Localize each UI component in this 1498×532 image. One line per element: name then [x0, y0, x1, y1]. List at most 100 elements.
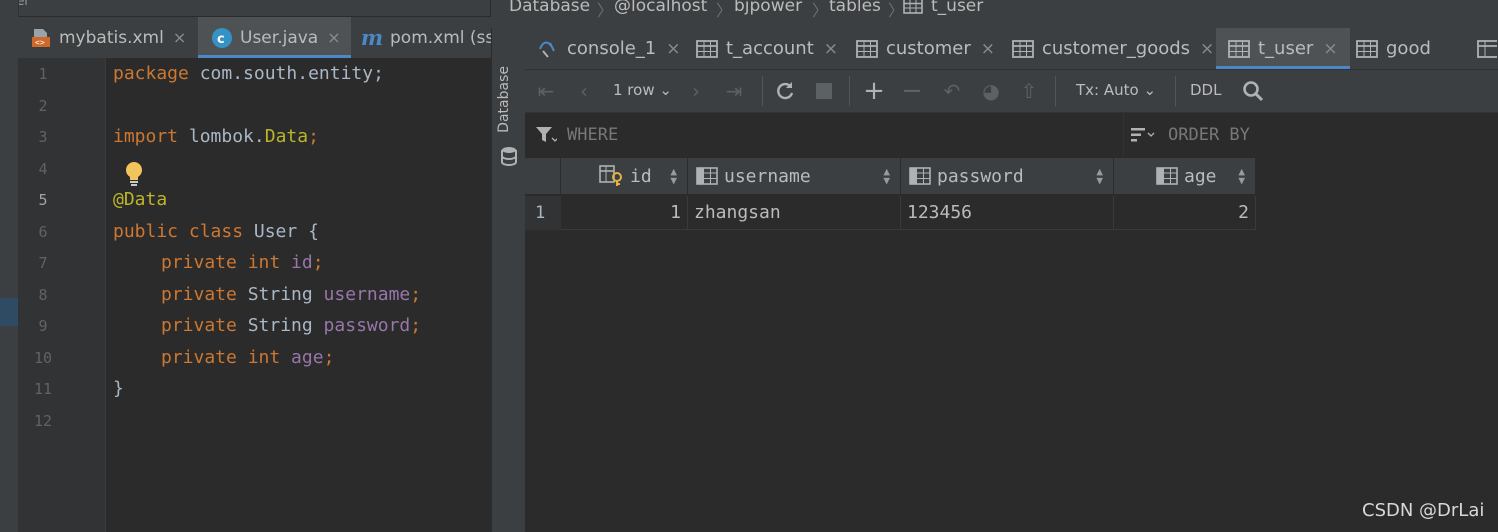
add-row-icon[interactable]: +	[863, 76, 885, 106]
breadcrumb-item[interactable]: bjpower	[734, 0, 802, 16]
first-page-icon[interactable]: ⇤	[535, 78, 557, 104]
close-icon[interactable]: ×	[1323, 39, 1337, 59]
line-number: 2	[38, 97, 48, 115]
breadcrumb-item[interactable]: @localhost	[614, 0, 707, 16]
primary-key-icon	[599, 165, 625, 187]
line-number: 9	[38, 317, 48, 335]
breadcrumb-item[interactable]: tables	[829, 0, 881, 16]
table-icon	[1012, 39, 1034, 58]
last-page-icon[interactable]: ⇥	[723, 78, 745, 104]
sort-arrows-icon[interactable]: ▲ ▼	[883, 166, 890, 186]
svg-text:c: c	[217, 32, 225, 47]
xml-file-icon: <>	[30, 27, 52, 49]
java-class-icon: c	[211, 27, 233, 49]
cell-age[interactable]: 2	[1114, 196, 1256, 230]
search-icon[interactable]	[1241, 78, 1265, 104]
submit-icon[interactable]: ⇧	[1018, 78, 1040, 104]
view-query-icon[interactable]: ◕	[980, 78, 1002, 104]
editor-tab-bar: <> mybatis.xml × c User.java × m pom.xml…	[18, 17, 494, 59]
table-icon	[1356, 39, 1378, 58]
table-icon	[1228, 39, 1250, 58]
column-icon	[909, 167, 931, 185]
tab-overflow[interactable]	[1477, 28, 1497, 69]
tab-label: pom.xml (ss	[390, 27, 495, 48]
line-number: 3	[38, 128, 48, 146]
database-tool-window-stripe[interactable]: Database	[491, 28, 525, 532]
close-icon[interactable]: ×	[327, 28, 340, 47]
cell-id[interactable]: 1	[561, 196, 688, 230]
sort-arrows-icon[interactable]: ▲ ▼	[1096, 166, 1103, 186]
breadcrumb-separator-icon: 〉	[888, 1, 905, 20]
tab-label: User.java	[240, 27, 319, 48]
chevron-down-icon: ⌄	[659, 81, 672, 99]
close-icon[interactable]: ×	[666, 39, 680, 59]
tab-label: mybatis.xml	[59, 27, 164, 48]
line-number: 12	[33, 412, 53, 430]
transaction-mode-dropdown[interactable]: Tx: Auto ⌄	[1076, 81, 1156, 99]
tab-t-user[interactable]: t_user ×	[1216, 28, 1350, 69]
code-line: private String username;	[161, 284, 422, 305]
cell-username[interactable]: zhangsan	[688, 196, 901, 230]
column-header-age[interactable]: age ▲ ▼	[1114, 158, 1256, 194]
tab-customer-goods[interactable]: customer_goods ×	[1012, 28, 1214, 69]
code-line: }	[113, 378, 124, 399]
code-line: import lombok.Data;	[113, 126, 319, 147]
sort-arrows-icon[interactable]: ▲ ▼	[1238, 166, 1245, 186]
column-header-username[interactable]: username ▲ ▼	[688, 158, 901, 194]
line-number: 4	[38, 160, 48, 178]
tab-mybatis-xml[interactable]: <> mybatis.xml ×	[30, 17, 186, 58]
code-line: package com.south.entity;	[113, 63, 384, 84]
tab-t-account[interactable]: t_account ×	[696, 28, 838, 69]
result-grid: id ▲ ▼ username ▲ ▼ password ▲ ▼ age ▲ ▼ 1 1…	[525, 158, 1498, 532]
column-header-password[interactable]: password ▲ ▼	[901, 158, 1114, 194]
close-icon[interactable]: ×	[173, 28, 186, 47]
breadcrumb-item[interactable]: Database	[509, 0, 590, 16]
table-icon	[856, 39, 878, 58]
ddl-button[interactable]: DDL	[1190, 81, 1221, 99]
column-icon	[696, 167, 718, 185]
left-tool-strip	[0, 0, 19, 532]
tab-good[interactable]: good	[1356, 28, 1431, 69]
lightbulb-icon[interactable]	[124, 160, 144, 186]
line-number: 6	[38, 223, 48, 241]
data-editor-toolbar: ⇤ ‹ 1 row ⌄ › ⇥ + − ↶ ◕ ⇧ Tx: Auto ⌄ DDL	[525, 70, 1498, 113]
cell-password[interactable]: 123456	[901, 196, 1114, 230]
database-icon[interactable]	[500, 146, 518, 170]
code-line: public class User {	[113, 221, 319, 242]
row-number-header	[525, 158, 561, 194]
tab-console-1[interactable]: console_1 ×	[537, 28, 681, 69]
tab-user-java[interactable]: c User.java ×	[198, 17, 351, 58]
maven-icon: m	[360, 25, 384, 50]
table-icon	[696, 39, 718, 58]
line-number: 11	[33, 380, 53, 398]
database-side-label[interactable]: Database	[496, 66, 512, 133]
row-count-dropdown[interactable]: 1 row ⌄	[613, 81, 672, 99]
watermark: CSDN @DrLai	[1362, 500, 1485, 521]
close-icon[interactable]: ×	[981, 39, 995, 59]
order-by-input[interactable]: ORDER BY	[1168, 125, 1250, 145]
row-number[interactable]: 1	[525, 196, 561, 230]
close-icon[interactable]: ×	[1200, 39, 1214, 59]
breadcrumb-separator-icon: 〉	[597, 1, 614, 20]
line-number: 8	[38, 286, 48, 304]
line-number-gutter: 1 2 3 4 5 6 7 8 9 10 11 12	[19, 58, 106, 532]
console-icon	[539, 41, 555, 58]
tab-customer[interactable]: customer ×	[856, 28, 995, 69]
column-header-id[interactable]: id ▲ ▼	[561, 158, 688, 194]
next-page-icon[interactable]: ›	[685, 78, 707, 104]
code-editor[interactable]: package com.south.entity; import lombok.…	[106, 58, 491, 532]
breadcrumb-item[interactable]: t_user	[903, 0, 983, 16]
breadcrumb-separator-icon: 〉	[716, 1, 733, 20]
close-icon[interactable]: ×	[824, 39, 838, 59]
stop-icon[interactable]	[813, 78, 835, 104]
refresh-icon[interactable]	[773, 78, 797, 104]
where-input[interactable]: WHERE	[567, 125, 618, 145]
revert-icon[interactable]: ↶	[941, 78, 963, 104]
sort-arrows-icon[interactable]: ▲ ▼	[670, 166, 677, 186]
delete-row-icon[interactable]: −	[901, 76, 923, 106]
breadcrumb: Database 〉 @localhost 〉 bjpower 〉 tables…	[491, 0, 1498, 29]
tab-pom-xml[interactable]: m pom.xml (ss	[361, 17, 494, 58]
line-number-current: 5	[38, 191, 48, 209]
previous-page-icon[interactable]: ‹	[573, 78, 595, 104]
line-number: 1	[38, 65, 48, 83]
